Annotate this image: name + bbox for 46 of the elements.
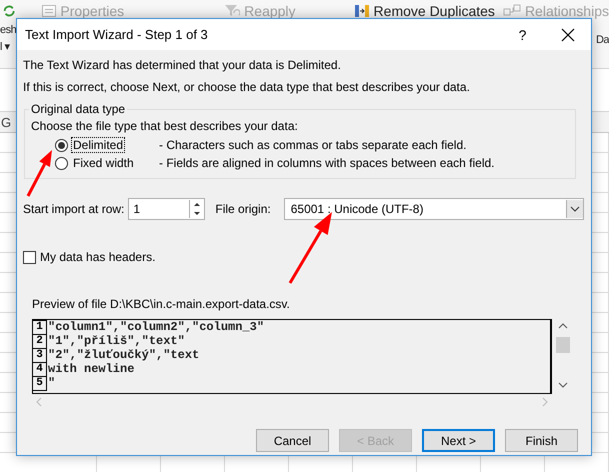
scroll-up-icon[interactable] xyxy=(558,323,568,329)
annotation-arrow xyxy=(288,212,332,284)
scrollbar-thumb[interactable] xyxy=(556,336,570,352)
ribbon-label[interactable]: esh xyxy=(0,24,16,36)
ribbon-label[interactable]: Remove Duplicates xyxy=(374,3,495,19)
refresh-icon xyxy=(2,4,16,18)
preview-line: "2","žluťoučký","text xyxy=(48,348,200,362)
chevron-down-icon xyxy=(570,206,580,212)
preview-line: " xyxy=(48,376,56,390)
line-number: 5 xyxy=(33,376,47,390)
field-label: File origin: xyxy=(215,202,271,216)
option-description: - Fields are aligned in columns with spaces between each field. xyxy=(159,156,495,170)
annotation-arrow xyxy=(26,150,52,197)
dialog-button[interactable]: Cancel xyxy=(256,429,329,452)
option-description: - Characters such as commas or tabs separate each field. xyxy=(159,138,466,152)
dialog-button[interactable]: Next > xyxy=(422,429,495,452)
filter-icon xyxy=(224,4,240,18)
close-icon xyxy=(561,28,575,42)
scroll-down-icon[interactable] xyxy=(558,382,568,388)
radio-label[interactable]: Fixed width xyxy=(71,155,136,171)
group-legend: Original data type xyxy=(29,102,128,116)
list-icon xyxy=(42,5,56,17)
checkbox-label[interactable]: My data has headers. xyxy=(40,250,156,264)
radio-button[interactable] xyxy=(55,138,68,152)
preview-line: "1","příliš","text" xyxy=(48,334,185,348)
prompt-text: Choose the file type that best describes your data: xyxy=(31,119,298,133)
field-label: Start import at row: xyxy=(23,202,124,216)
help-button[interactable]: ? xyxy=(500,26,545,42)
radio-label[interactable]: Delimited xyxy=(71,137,126,153)
preview-label: Preview of file D:\KBC\in.c-main.export-data.csv. xyxy=(32,297,291,311)
line-number: 1 xyxy=(33,320,47,334)
intro-text: The Text Wizard has determined that your data is Delimited. xyxy=(23,58,341,72)
preview-line: with newline xyxy=(48,362,134,376)
preview-line: "column1","column2","column_3" xyxy=(48,320,264,334)
window-title: Text Import Wizard - Step 1 of 3 xyxy=(25,27,209,42)
ribbon-label[interactable]: Da xyxy=(596,34,609,46)
column-header: G xyxy=(1,114,12,130)
relationships-icon xyxy=(502,4,521,18)
radio-button[interactable] xyxy=(55,156,68,170)
row-spin-field[interactable]: 1 xyxy=(128,198,206,220)
dialog-button[interactable]: Finish xyxy=(505,429,578,452)
ribbon-label[interactable]: l ▾ xyxy=(0,40,16,53)
columns-icon xyxy=(354,4,370,18)
checkbox[interactable] xyxy=(23,250,36,264)
file-origin-dropdown[interactable]: 65001 : Unicode (UTF-8) xyxy=(284,198,584,220)
intro-text: If this is correct, choose Next, or choose the data type that best describes your data. xyxy=(23,80,470,94)
